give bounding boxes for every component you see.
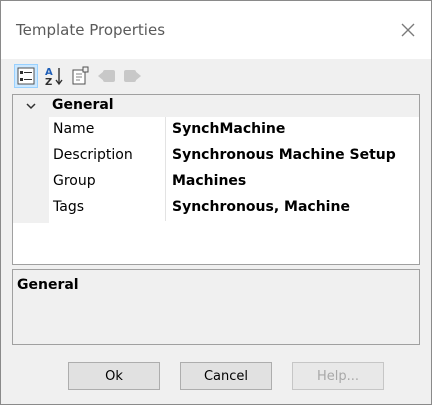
property-value[interactable]: Synchronous Machine Setup (165, 143, 420, 169)
svg-text:Z: Z (45, 77, 52, 88)
window-title: Template Properties (16, 21, 166, 39)
cancel-button[interactable]: Cancel (180, 362, 272, 390)
property-row-name[interactable]: Name SynchMachine (49, 117, 419, 143)
dialog-footer: Ok Cancel Help... (1, 347, 431, 404)
property-name: Tags (53, 199, 84, 215)
help-button[interactable]: Help... (292, 362, 384, 390)
category-row-general[interactable]: General (13, 95, 419, 117)
toolbar: A Z (12, 61, 420, 91)
property-row-group[interactable]: Group Machines (49, 169, 419, 195)
property-row-description[interactable]: Description Synchronous Machine Setup (49, 143, 419, 169)
description-panel: General (12, 269, 420, 345)
property-value[interactable]: Machines (165, 169, 420, 195)
property-value[interactable]: Synchronous, Machine (165, 195, 420, 221)
sort-alphabetical-icon[interactable]: A Z (42, 64, 66, 88)
close-icon[interactable] (393, 15, 423, 45)
property-row-tags[interactable]: Tags Synchronous, Machine (49, 195, 419, 221)
description-title: General (17, 277, 79, 293)
property-value-text: SynchMachine (172, 121, 286, 137)
title-bar: Template Properties (1, 1, 431, 59)
ok-button[interactable]: Ok (68, 362, 160, 390)
forward-icon[interactable] (120, 64, 144, 88)
categorized-icon[interactable] (14, 64, 38, 88)
back-icon[interactable] (95, 64, 119, 88)
property-value-text: Synchronous Machine Setup (172, 147, 396, 163)
property-name: Group (53, 173, 96, 189)
property-value-text: Machines (172, 173, 247, 189)
category-label: General (52, 97, 114, 113)
property-value[interactable]: SynchMachine (165, 117, 420, 143)
property-name: Description (53, 147, 133, 163)
property-grid: General Name SynchMachine Description Sy… (12, 94, 420, 265)
property-pages-icon[interactable] (68, 64, 92, 88)
property-value-text: Synchronous, Machine (172, 199, 350, 215)
chevron-down-icon[interactable] (25, 100, 37, 116)
property-name: Name (53, 121, 95, 137)
template-properties-dialog: Template Properties A Z General Name Syn… (0, 0, 432, 405)
